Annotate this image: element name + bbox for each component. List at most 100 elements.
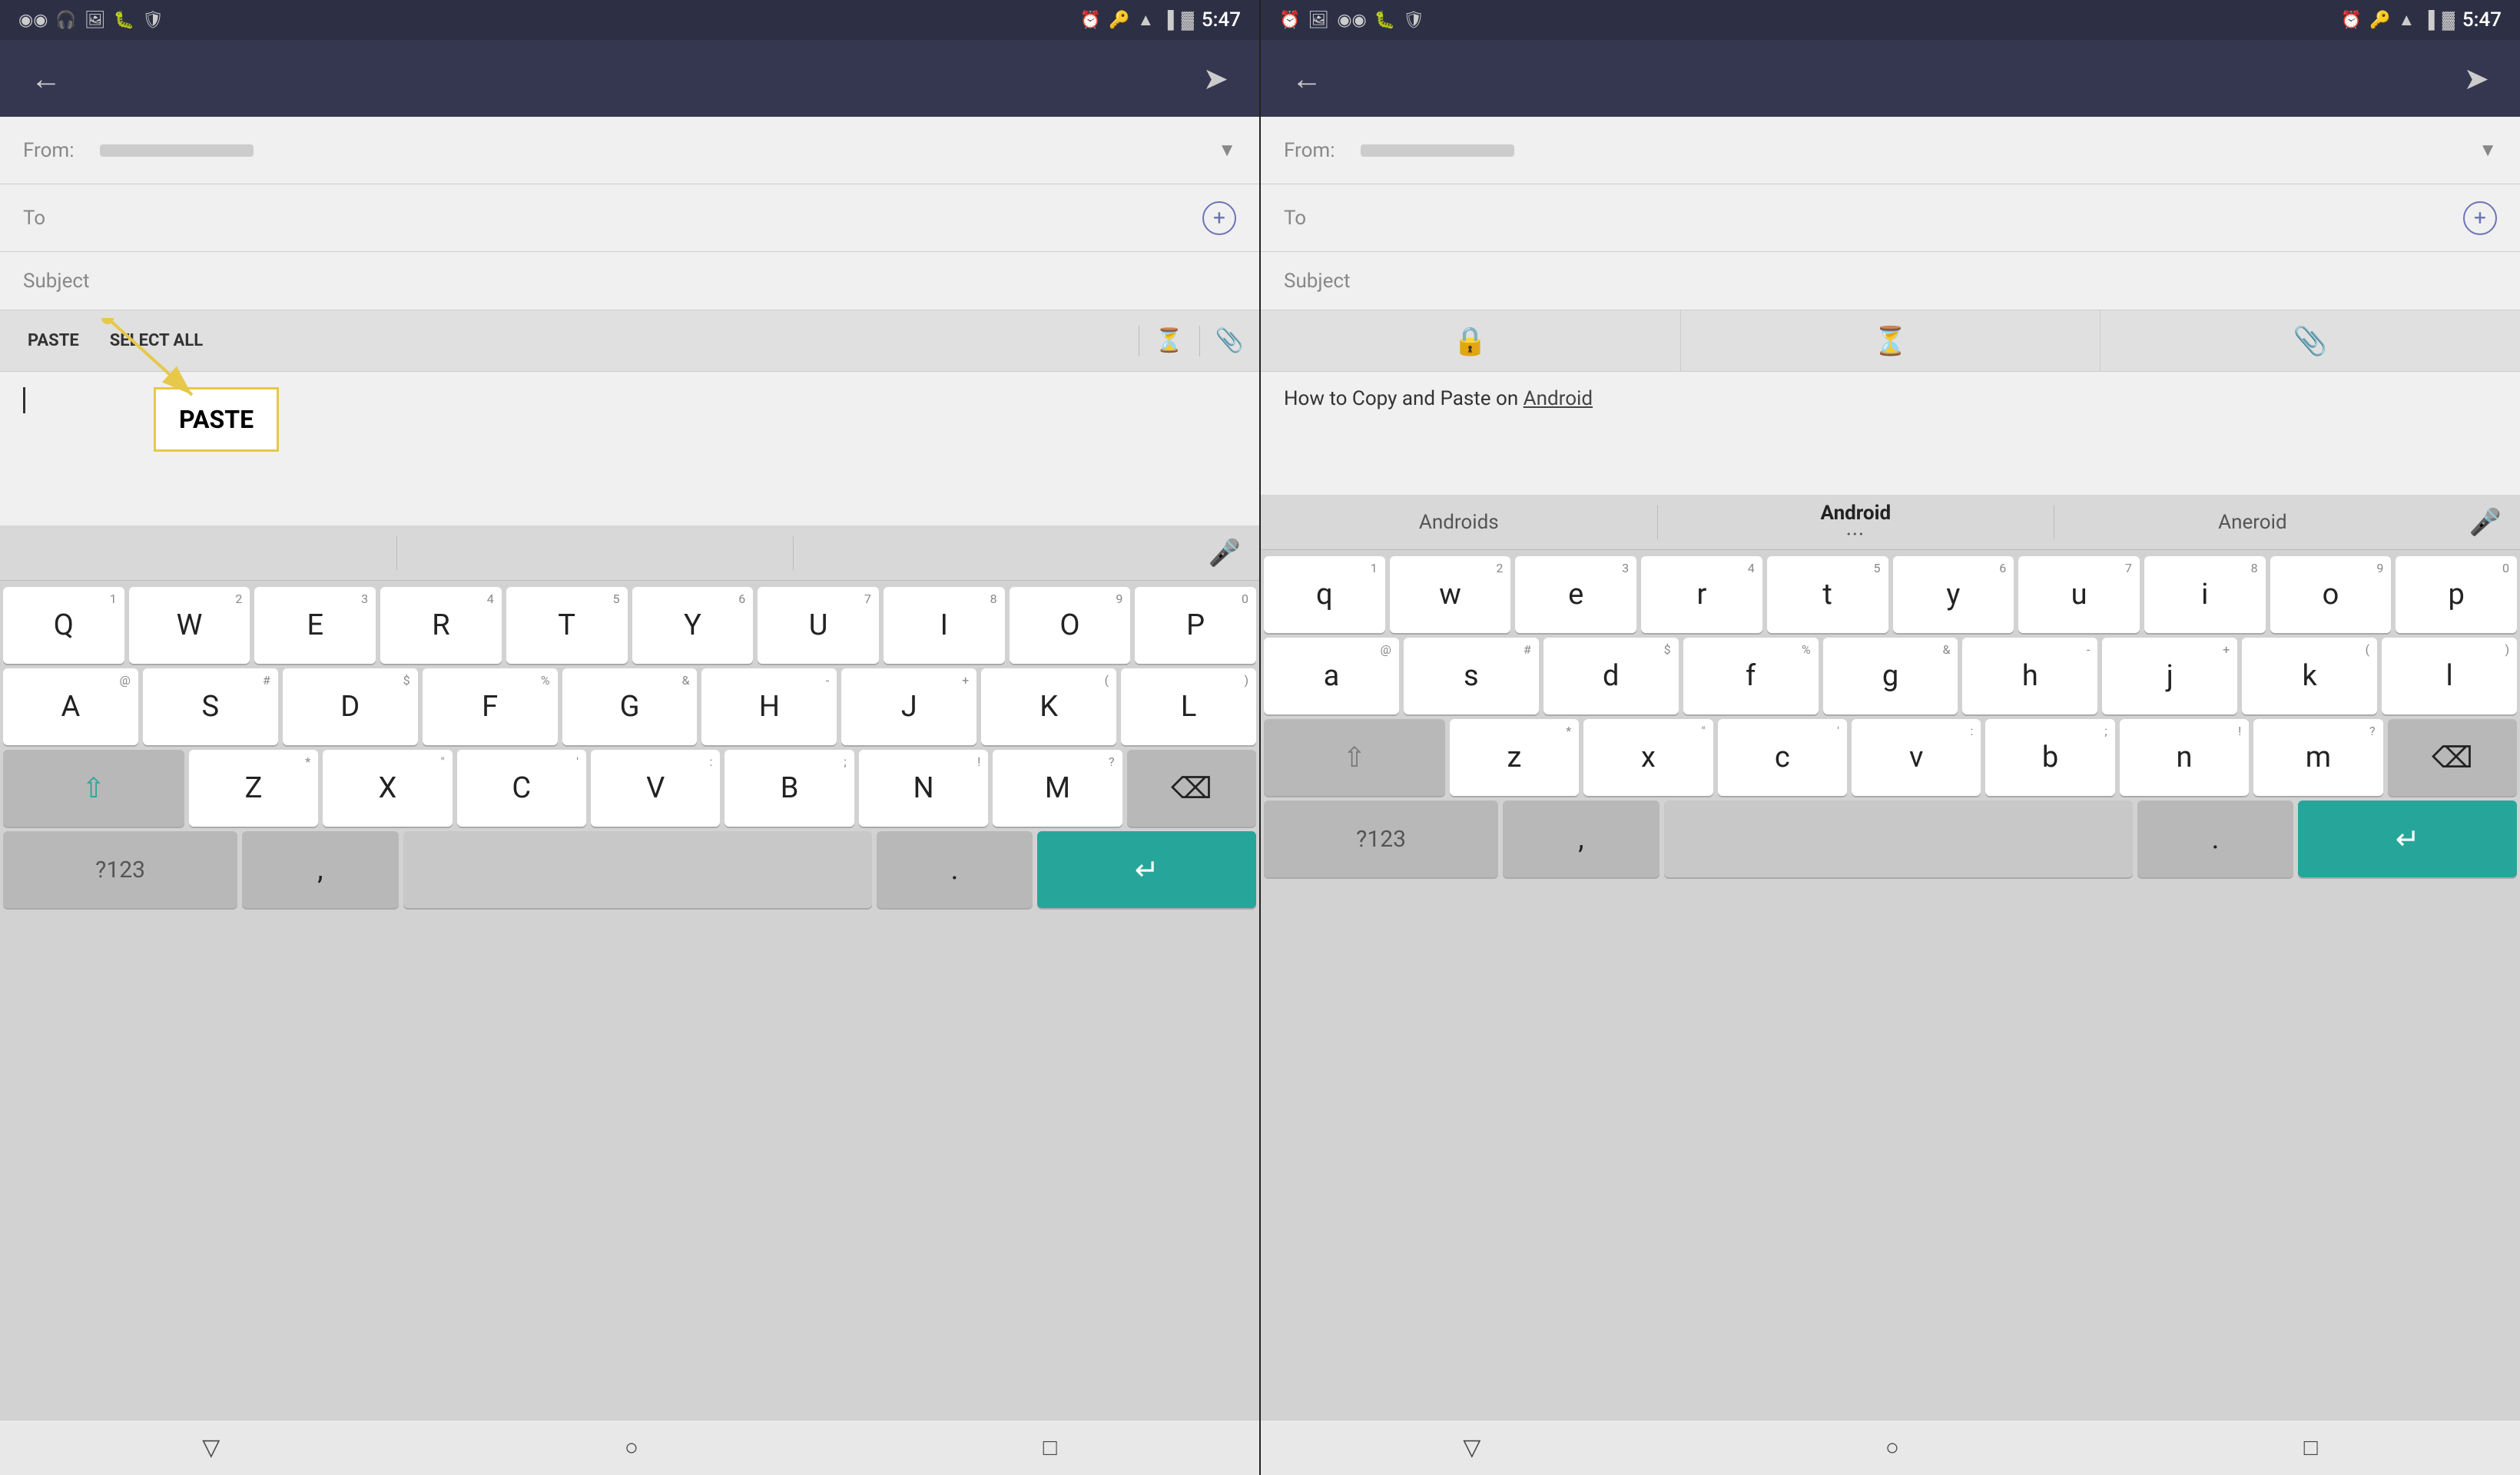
key-d-r[interactable]: $d bbox=[1544, 638, 1679, 714]
mic-icon-right[interactable]: 🎤 bbox=[2451, 507, 2520, 538]
key-s-r[interactable]: #s bbox=[1404, 638, 1539, 714]
send-button-left[interactable]: ➤ bbox=[1202, 61, 1228, 97]
key-g-r[interactable]: &g bbox=[1823, 638, 1958, 714]
paste-popup-left[interactable]: PASTE bbox=[154, 387, 279, 452]
recents-nav-left[interactable]: □ bbox=[1013, 1427, 1088, 1469]
key-p[interactable]: 0P bbox=[1135, 587, 1256, 664]
delete-key-left[interactable]: ⌫ bbox=[1127, 750, 1256, 827]
key-j-r[interactable]: +j bbox=[2102, 638, 2237, 714]
key-x-r[interactable]: "x bbox=[1583, 719, 1713, 796]
enter-key-left[interactable]: ↵ bbox=[1037, 831, 1256, 908]
lock-icon-right[interactable]: 🔒 bbox=[1453, 325, 1487, 357]
select-all-button-left[interactable]: SELECT ALL bbox=[94, 323, 218, 358]
key-n-r[interactable]: !n bbox=[2120, 719, 2249, 796]
key-r-r[interactable]: 4r bbox=[1641, 556, 1762, 633]
key-u[interactable]: 7U bbox=[758, 587, 879, 664]
key-h[interactable]: -H bbox=[701, 668, 837, 745]
key-w-r[interactable]: 2w bbox=[1390, 556, 1511, 633]
period-key-left[interactable]: . bbox=[877, 831, 1033, 908]
attach-icon-right[interactable]: 📎 bbox=[2293, 325, 2328, 357]
space-key-left[interactable] bbox=[403, 831, 872, 908]
subject-row-left[interactable]: Subject bbox=[0, 252, 1259, 310]
key-s[interactable]: #S bbox=[143, 668, 278, 745]
key-o[interactable]: 9O bbox=[1010, 587, 1131, 664]
key-i[interactable]: 8I bbox=[884, 587, 1005, 664]
key-j[interactable]: +J bbox=[841, 668, 976, 745]
comma-key-left[interactable]: , bbox=[242, 831, 398, 908]
lock-section[interactable]: 🔒 bbox=[1261, 310, 1681, 371]
key-d[interactable]: $D bbox=[283, 668, 418, 745]
key-a[interactable]: @A bbox=[3, 668, 138, 745]
timer-icon-right[interactable]: ⏳ bbox=[1873, 325, 1908, 357]
space-key-right[interactable] bbox=[1664, 800, 2133, 877]
key-z-r[interactable]: *z bbox=[1450, 719, 1579, 796]
mic-icon-left[interactable]: 🎤 bbox=[1190, 538, 1259, 568]
back-button-left[interactable]: ← bbox=[31, 61, 61, 97]
key-k-r[interactable]: (k bbox=[2242, 638, 2377, 714]
key-b-r[interactable]: ;b bbox=[1985, 719, 2114, 796]
keyboard-right[interactable]: 1q 2w 3e 4r 5t 6y 7u 8i 9o 0p @a #s $d %… bbox=[1261, 550, 2520, 1420]
key-t-r[interactable]: 5t bbox=[1767, 556, 1888, 633]
num-key-right[interactable]: ?123 bbox=[1264, 800, 1498, 877]
key-m-r[interactable]: ?m bbox=[2253, 719, 2382, 796]
suggestion-aneroid[interactable]: Aneroid bbox=[2054, 511, 2451, 534]
keyboard-left[interactable]: 1Q 2W 3E 4R 5T 6Y 7U 8I 9O 0P @A #S $D %… bbox=[0, 581, 1259, 1420]
recents-nav-right[interactable]: □ bbox=[2273, 1427, 2349, 1469]
key-f-r[interactable]: %f bbox=[1683, 638, 1819, 714]
android-link[interactable]: Android bbox=[1524, 387, 1593, 410]
key-r[interactable]: 4R bbox=[380, 587, 502, 664]
from-dropdown-icon-right[interactable]: ▼ bbox=[2479, 139, 2497, 161]
key-l[interactable]: )L bbox=[1121, 668, 1256, 745]
timer-section[interactable]: ⏳ bbox=[1681, 310, 2101, 371]
key-o-r[interactable]: 9o bbox=[2270, 556, 2392, 633]
key-z[interactable]: *Z bbox=[189, 750, 318, 827]
key-y[interactable]: 6Y bbox=[632, 587, 754, 664]
key-u-r[interactable]: 7u bbox=[2018, 556, 2140, 633]
subject-row-right[interactable]: Subject bbox=[1261, 252, 2520, 310]
timer-icon-left[interactable]: ⏳ bbox=[1139, 320, 1199, 362]
home-nav-right[interactable]: ○ bbox=[1855, 1427, 1930, 1469]
key-h-r[interactable]: -h bbox=[1962, 638, 2097, 714]
num-key-left[interactable]: ?123 bbox=[3, 831, 237, 908]
key-g[interactable]: &G bbox=[562, 668, 698, 745]
key-q-r[interactable]: 1q bbox=[1264, 556, 1385, 633]
back-button-right[interactable]: ← bbox=[1292, 61, 1322, 97]
back-nav-right[interactable]: ▽ bbox=[1432, 1427, 1511, 1469]
key-p-r[interactable]: 0p bbox=[2396, 556, 2517, 633]
add-recipient-button-left[interactable]: + bbox=[1202, 201, 1236, 235]
enter-key-right[interactable]: ↵ bbox=[2298, 800, 2517, 877]
key-a-r[interactable]: @a bbox=[1264, 638, 1399, 714]
paste-popup-label[interactable]: PASTE bbox=[179, 405, 254, 434]
key-c[interactable]: 'C bbox=[457, 750, 586, 827]
to-row-right[interactable]: To + bbox=[1261, 184, 2520, 252]
comma-key-right[interactable]: , bbox=[1503, 800, 1659, 877]
delete-key-right[interactable]: ⌫ bbox=[2388, 719, 2517, 796]
key-x[interactable]: "X bbox=[323, 750, 452, 827]
key-l-r[interactable]: )l bbox=[2382, 638, 2517, 714]
home-nav-left[interactable]: ○ bbox=[594, 1427, 669, 1469]
email-body-right[interactable]: How to Copy and Paste on Android bbox=[1261, 372, 2520, 495]
to-row-left[interactable]: To + bbox=[0, 184, 1259, 252]
suggestion-android[interactable]: Android ··· bbox=[1658, 502, 2054, 543]
from-dropdown-icon[interactable]: ▼ bbox=[1218, 139, 1236, 161]
back-nav-left[interactable]: ▽ bbox=[171, 1427, 250, 1469]
key-w[interactable]: 2W bbox=[129, 587, 250, 664]
key-c-r[interactable]: 'c bbox=[1718, 719, 1847, 796]
key-v-r[interactable]: :v bbox=[1852, 719, 1981, 796]
attach-section[interactable]: 📎 bbox=[2101, 310, 2520, 371]
key-e-r[interactable]: 3e bbox=[1515, 556, 1636, 633]
attach-icon-left[interactable]: 📎 bbox=[1200, 320, 1259, 362]
key-f[interactable]: %F bbox=[423, 668, 558, 745]
shift-key-left[interactable]: ⇧ bbox=[3, 750, 184, 827]
suggestion-androids[interactable]: Androids bbox=[1261, 511, 1657, 534]
key-q[interactable]: 1Q bbox=[3, 587, 124, 664]
shift-key-right[interactable]: ⇧ bbox=[1264, 719, 1445, 796]
key-n[interactable]: !N bbox=[859, 750, 988, 827]
key-i-r[interactable]: 8i bbox=[2144, 556, 2266, 633]
period-key-right[interactable]: . bbox=[2137, 800, 2293, 877]
key-y-r[interactable]: 6y bbox=[1893, 556, 2014, 633]
paste-button-left[interactable]: PASTE bbox=[12, 323, 94, 358]
key-v[interactable]: :V bbox=[591, 750, 720, 827]
email-body-left[interactable]: PASTE bbox=[0, 372, 1259, 525]
send-button-right[interactable]: ➤ bbox=[2463, 61, 2489, 97]
